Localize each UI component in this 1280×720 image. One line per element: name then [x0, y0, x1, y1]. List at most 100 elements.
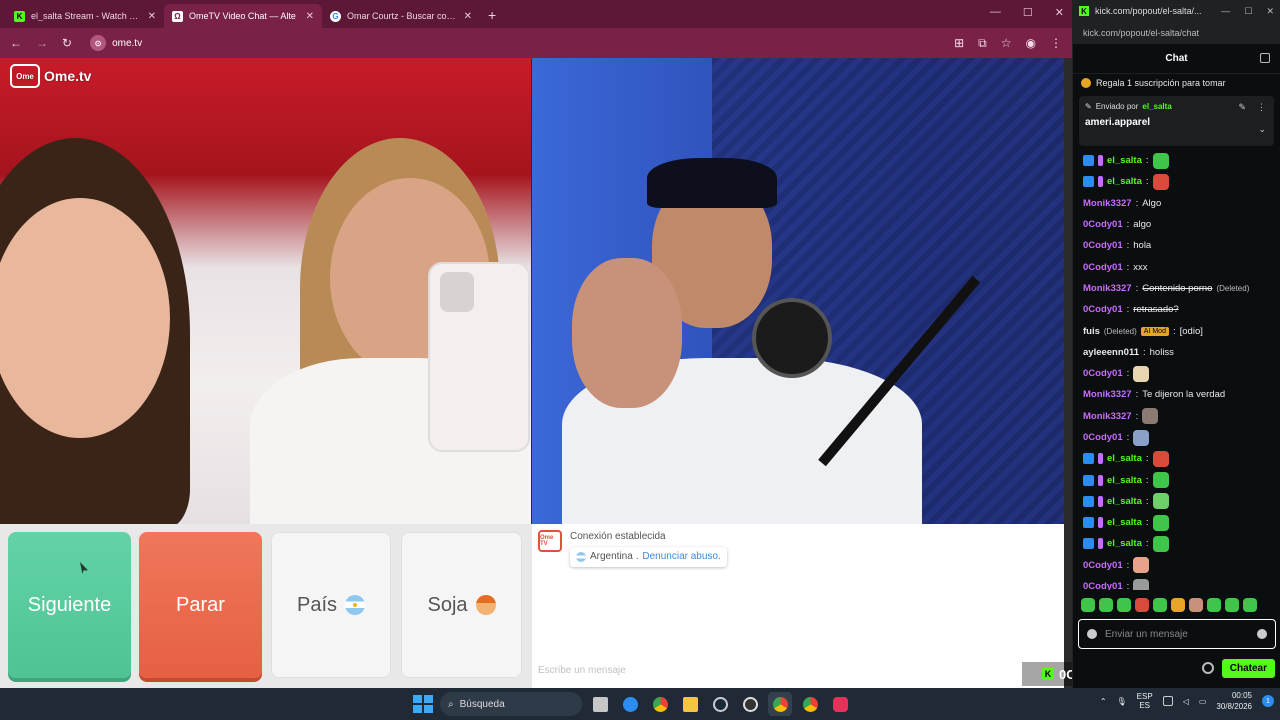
- chat-text: hola: [1133, 240, 1152, 252]
- reload-icon[interactable]: ↻: [62, 36, 72, 50]
- kick-window-title: K kick.com/popout/el-salta/... — ☐ ✕: [1073, 0, 1280, 22]
- volume-icon[interactable]: ◁: [1183, 697, 1189, 706]
- back-icon[interactable]: ←: [10, 36, 22, 50]
- ometv-logo[interactable]: Ome Ome.tv: [10, 64, 91, 88]
- file-explorer-icon[interactable]: [588, 692, 612, 716]
- steam-icon[interactable]: [708, 692, 732, 716]
- tab-ometv[interactable]: Ω OmeTV Video Chat — Alte ✕: [164, 4, 322, 28]
- chat-username[interactable]: 0Cody01: [1083, 560, 1123, 571]
- emote-icon[interactable]: [1207, 598, 1221, 612]
- maximize-icon[interactable]: ☐: [1244, 6, 1252, 17]
- stop-button[interactable]: Parar: [139, 532, 262, 678]
- send-chat-button[interactable]: Chatear: [1221, 658, 1275, 678]
- chat-username[interactable]: 0Cody01: [1083, 304, 1123, 315]
- more-options-icon[interactable]: ⋮: [1257, 102, 1266, 113]
- chat-username[interactable]: Monik3327: [1083, 198, 1132, 209]
- close-icon[interactable]: ✕: [148, 11, 156, 22]
- chat-username[interactable]: el_salta: [1107, 453, 1142, 464]
- chat-username[interactable]: Monik3327: [1083, 411, 1132, 422]
- pin-icon[interactable]: ✎: [1238, 102, 1246, 113]
- minimize-icon[interactable]: —: [990, 6, 1001, 19]
- emote-icon: [1133, 578, 1150, 590]
- network-icon[interactable]: [1162, 696, 1173, 706]
- chat-username[interactable]: 0Cody01: [1083, 581, 1123, 590]
- chat-username[interactable]: el_salta: [1107, 155, 1142, 166]
- kick-message-input[interactable]: Enviar un mensaje: [1078, 619, 1276, 649]
- emote-icon[interactable]: [1171, 598, 1185, 612]
- menu-kebab-icon[interactable]: ⋮: [1050, 36, 1062, 51]
- tab-kick-stream[interactable]: K el_salta Stream - Watch Live o ✕: [6, 4, 164, 28]
- site-info-icon[interactable]: ⊙: [90, 35, 107, 51]
- sub-banner[interactable]: Regala 1 suscripción para tomar: [1073, 74, 1280, 92]
- close-window-icon[interactable]: ✕: [1266, 6, 1274, 17]
- chrome-icon[interactable]: [648, 692, 672, 716]
- emote-icon[interactable]: [1225, 598, 1239, 612]
- chat-username[interactable]: ayleeenn011: [1083, 347, 1139, 358]
- close-window-icon[interactable]: ✕: [1055, 6, 1064, 19]
- windows-start-icon[interactable]: [410, 692, 434, 716]
- chat-username[interactable]: 0Cody01: [1083, 432, 1123, 443]
- sub-banner-text: Regala 1 suscripción para tomar: [1096, 78, 1226, 88]
- tab-google-search[interactable]: G Omar Courtz - Buscar con Goo ✕: [322, 4, 480, 28]
- next-button[interactable]: Siguiente: [8, 532, 131, 678]
- edge-icon[interactable]: [618, 692, 642, 716]
- clock[interactable]: 00:05 30/8/2026: [1216, 690, 1252, 712]
- chevron-up-icon[interactable]: ⌃: [1100, 697, 1107, 706]
- new-tab-button[interactable]: +: [480, 4, 504, 28]
- forward-icon[interactable]: →: [36, 36, 48, 50]
- chat-username[interactable]: 0Cody01: [1083, 262, 1123, 273]
- folder-icon[interactable]: [678, 692, 702, 716]
- emote-icon[interactable]: [1099, 598, 1113, 612]
- bookmark-star-icon[interactable]: ☆: [1001, 36, 1012, 51]
- chat-settings-icon[interactable]: [1260, 53, 1270, 63]
- chat-username[interactable]: el_salta: [1107, 475, 1142, 486]
- address-bar[interactable]: ⊙ ome.tv: [90, 35, 142, 51]
- minimize-icon[interactable]: —: [1221, 6, 1230, 17]
- translate-icon[interactable]: ⊞: [954, 36, 964, 51]
- taskbar-search[interactable]: ⌕ Búsqueda: [440, 692, 582, 716]
- connection-status: Conexión establecida: [570, 531, 666, 542]
- chat-username[interactable]: 0Cody01: [1083, 219, 1123, 230]
- chat-username[interactable]: el_salta: [1107, 517, 1142, 528]
- chat-message: 0Cody01:: [1083, 363, 1271, 384]
- emote-icon[interactable]: [1081, 598, 1095, 612]
- emote-icon: [1133, 365, 1150, 382]
- chrome-icon[interactable]: [798, 692, 822, 716]
- gender-filter-button[interactable]: Soja: [401, 532, 522, 678]
- cast-icon[interactable]: ⧉: [978, 36, 987, 51]
- emote-icon[interactable]: [1135, 598, 1149, 612]
- emote-icon[interactable]: [1117, 598, 1131, 612]
- chevron-down-icon[interactable]: ⌄: [1258, 124, 1266, 135]
- emote-icon[interactable]: [1243, 598, 1257, 612]
- emoji-icon[interactable]: [1257, 629, 1267, 639]
- emote-icon[interactable]: [1189, 598, 1203, 612]
- chat-username[interactable]: Monik3327: [1083, 389, 1132, 400]
- maximize-icon[interactable]: ☐: [1023, 6, 1033, 19]
- chat-username[interactable]: el_salta: [1107, 496, 1142, 507]
- gear-icon[interactable]: [1201, 662, 1214, 674]
- emote-icon[interactable]: [1153, 598, 1167, 612]
- chat-username[interactable]: el_salta: [1107, 176, 1142, 187]
- obs-icon[interactable]: [738, 692, 762, 716]
- chat-username[interactable]: fuis: [1083, 326, 1100, 337]
- chrome-icon[interactable]: [768, 692, 792, 716]
- profile-icon[interactable]: ◉: [1026, 36, 1036, 51]
- emote-picker-icon[interactable]: [1087, 629, 1097, 639]
- battery-icon[interactable]: ▭: [1199, 697, 1207, 706]
- chat-text: Algo: [1142, 197, 1162, 209]
- country-name: Argentina .: [590, 551, 639, 562]
- kick-url-bar[interactable]: kick.com/popout/el-salta/chat: [1073, 22, 1280, 44]
- country-filter-button[interactable]: País: [271, 532, 391, 678]
- close-icon[interactable]: ✕: [306, 11, 314, 22]
- microphone-icon[interactable]: 🎙︎: [1117, 697, 1127, 706]
- notification-icon[interactable]: 1: [1262, 695, 1274, 707]
- chat-username[interactable]: el_salta: [1107, 538, 1142, 549]
- tiktok-icon[interactable]: [828, 692, 852, 716]
- chat-username[interactable]: Monik3327: [1083, 283, 1132, 294]
- report-abuse-link[interactable]: Denunciar abuso.: [642, 550, 720, 564]
- chat-username[interactable]: 0Cody01: [1083, 240, 1123, 251]
- language-indicator[interactable]: ESP ES: [1137, 692, 1153, 710]
- message-input[interactable]: Escribe un mensaje: [538, 665, 626, 676]
- chat-username[interactable]: 0Cody01: [1083, 368, 1123, 379]
- close-icon[interactable]: ✕: [464, 11, 472, 22]
